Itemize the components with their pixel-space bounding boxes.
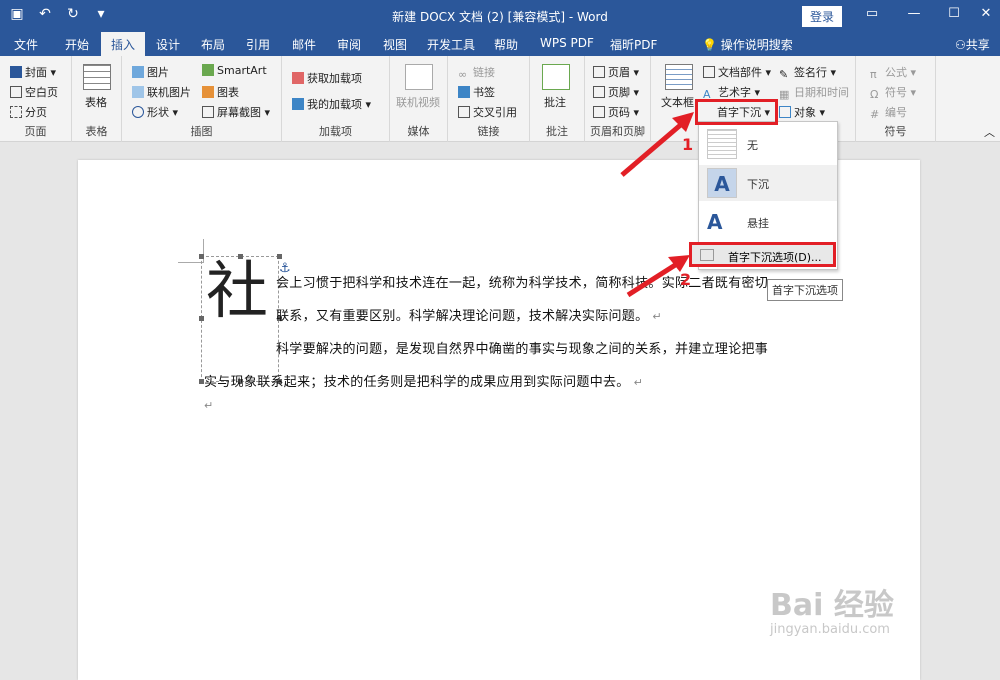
arrow-1-line (620, 120, 686, 177)
watermark-url: jingyan.baidu.com (770, 622, 890, 637)
annotation-arrows (620, 112, 694, 298)
watermark-logo: Bai 经验 (770, 588, 894, 623)
step-2-label: 2 (680, 270, 692, 289)
step-1-label: 1 (682, 135, 694, 154)
arrow-2-line (626, 259, 682, 298)
